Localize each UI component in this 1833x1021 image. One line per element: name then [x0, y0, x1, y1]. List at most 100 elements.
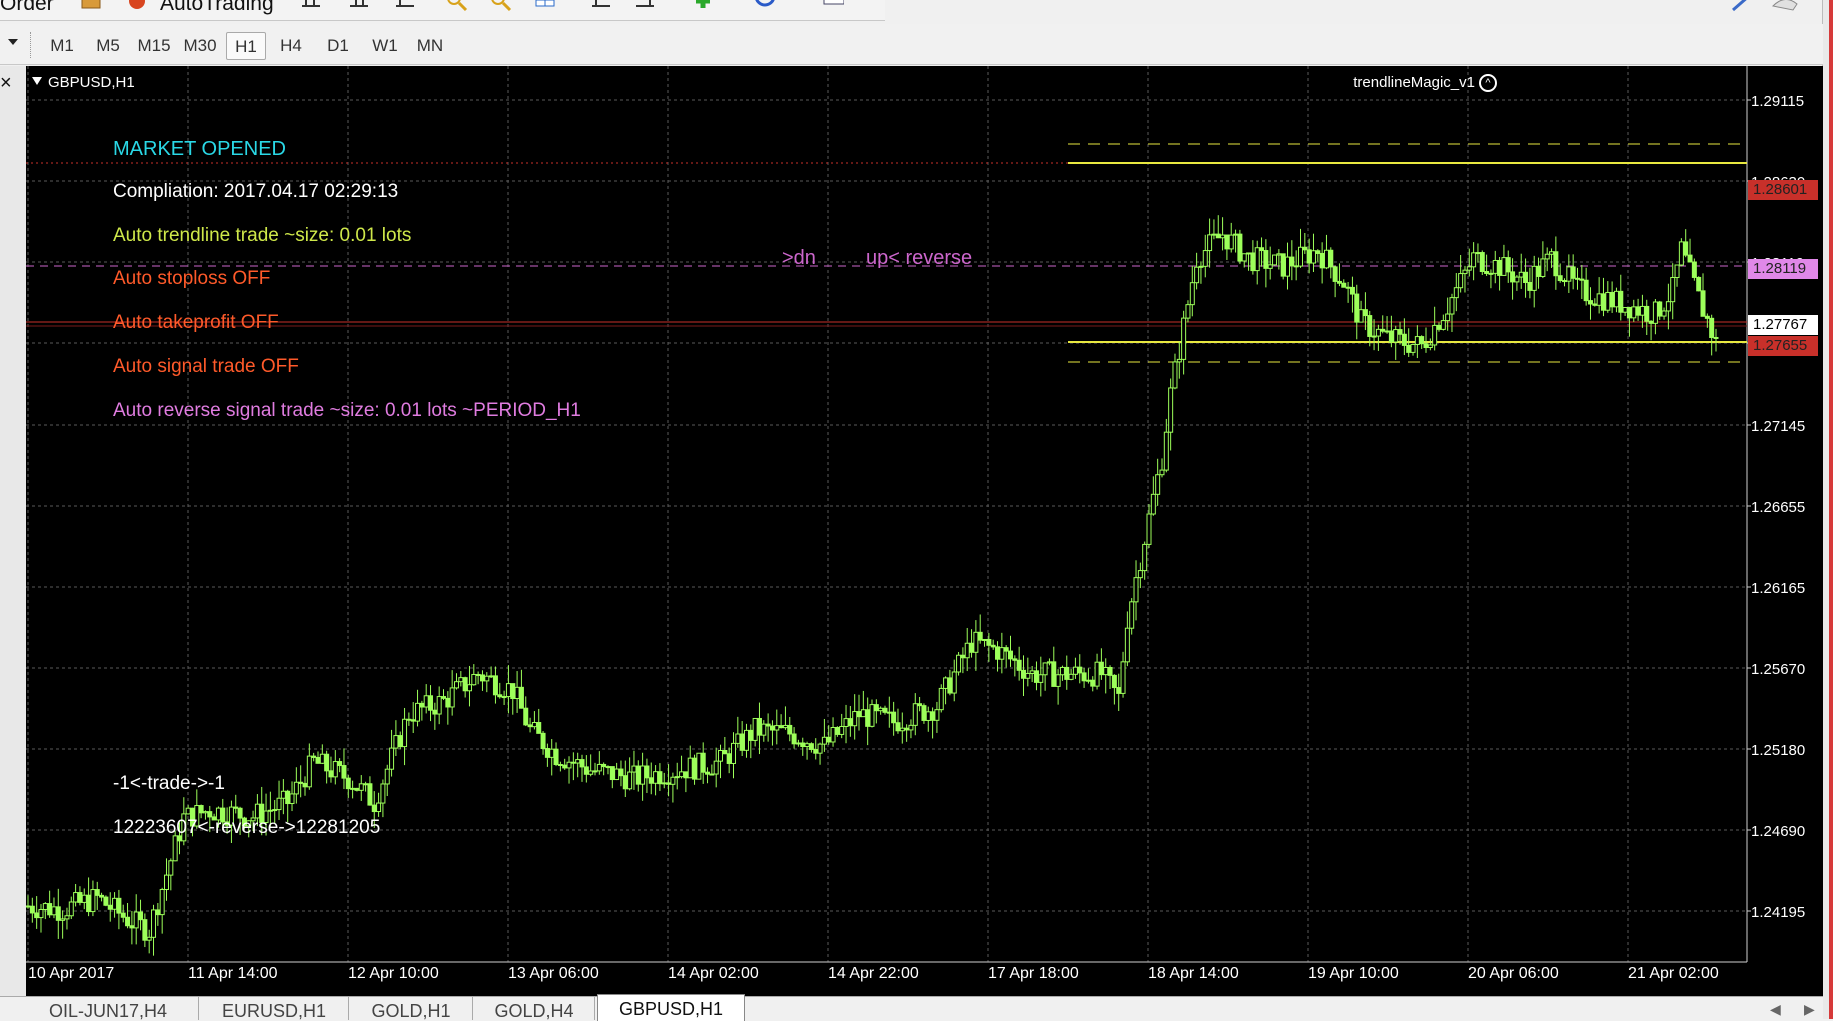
tf-d1-button[interactable]: D1: [318, 32, 358, 60]
tf-h1-button[interactable]: H1: [226, 32, 266, 60]
candle-body: [289, 793, 295, 805]
tab-gold-h4[interactable]: GOLD,H4: [474, 997, 595, 1020]
candle-body: [1427, 344, 1433, 349]
indicator-settings-icon[interactable]: ^: [1479, 74, 1497, 92]
candle-body: [47, 903, 53, 916]
tf-m15-button[interactable]: M15: [134, 32, 174, 60]
close-chart-icon[interactable]: ×: [0, 72, 12, 95]
candle-body: [635, 765, 641, 785]
candle-body: [285, 790, 291, 805]
candle-body: [1358, 309, 1364, 323]
candle-body: [1198, 265, 1204, 268]
tf-m5-button[interactable]: M5: [88, 32, 128, 60]
package-icon[interactable]: [80, 0, 102, 12]
candle-body: [497, 694, 503, 698]
zoom-out-icon[interactable]: [490, 0, 512, 12]
candle-body: [518, 686, 524, 709]
candle-body: [1319, 252, 1325, 269]
autoscroll-icon[interactable]: [634, 0, 656, 12]
tf-h4-button[interactable]: H4: [271, 32, 311, 60]
candle-body: [947, 677, 953, 694]
candle-body: [1449, 297, 1455, 315]
candle-body: [436, 696, 442, 715]
tab-oil-jun17-h4[interactable]: OIL-JUN17,H4: [18, 997, 199, 1020]
candle-body: [29, 905, 35, 914]
candle-body: [332, 761, 338, 778]
candle-body: [735, 733, 741, 744]
new-order-button[interactable]: Order: [0, 0, 54, 16]
candle-body: [821, 736, 827, 745]
tf-w1-button[interactable]: W1: [364, 32, 406, 60]
time-axis-label: 21 Apr 02:00: [1628, 965, 1719, 982]
candle-body: [1523, 271, 1529, 284]
line-chart-icon[interactable]: [394, 0, 416, 12]
price-axis-label: 1.24690: [1751, 823, 1806, 840]
price-axis-label: 1.25670: [1751, 661, 1806, 678]
candle-body: [1475, 252, 1481, 255]
periods-icon[interactable]: [753, 0, 775, 12]
bar-chart-icon[interactable]: [300, 0, 322, 12]
line-dn-label: >dn: [782, 247, 816, 269]
candle-body: [1280, 253, 1286, 277]
zoom-in-icon[interactable]: [446, 0, 468, 12]
tile-windows-icon[interactable]: [534, 0, 556, 12]
tf-mn-button[interactable]: MN: [410, 32, 450, 60]
candle-body: [1259, 247, 1265, 252]
tab-gold-h1[interactable]: GOLD,H1: [350, 997, 473, 1020]
candle-body: [843, 718, 849, 727]
chart-menu-triangle-icon[interactable]: [32, 77, 42, 85]
timeframe-dropdown-arrow-icon[interactable]: [8, 39, 18, 45]
candle-body: [553, 748, 559, 766]
tabs-scroll-left-icon[interactable]: ◀: [1770, 1001, 1781, 1018]
tabs-scroll-right-icon[interactable]: ▶: [1804, 1001, 1815, 1018]
pencil-icon[interactable]: [1731, 0, 1755, 14]
candle-body: [830, 727, 836, 743]
indicators-plus-icon[interactable]: [690, 0, 712, 12]
tf-m30-button[interactable]: M30: [179, 32, 221, 60]
candle-body: [938, 687, 944, 711]
toolbar-grip: [30, 32, 33, 58]
templates-icon[interactable]: [822, 0, 844, 12]
time-axis-label: 14 Apr 22:00: [828, 965, 919, 982]
candle-body: [1129, 601, 1135, 629]
tab-gbpusd-h1[interactable]: GBPUSD,H1: [597, 994, 745, 1021]
candle-body: [479, 674, 485, 682]
candle-body: [432, 709, 438, 715]
candle-body: [1120, 661, 1126, 694]
candle-body: [1085, 679, 1091, 682]
candlestick-icon[interactable]: [348, 0, 370, 12]
candle-body: [1059, 666, 1065, 676]
price-axis-label: 1.29115: [1751, 93, 1805, 110]
candle-body: [1713, 336, 1719, 339]
candle-body: [1012, 658, 1018, 661]
candle-body: [1176, 358, 1182, 363]
candle-body: [1025, 672, 1031, 679]
candle-body: [839, 725, 845, 735]
price-axis-label: 1.24195: [1751, 904, 1806, 921]
candle-body: [1328, 249, 1334, 268]
candle-body: [1285, 256, 1291, 277]
candle-body: [1557, 275, 1563, 282]
autotrading-icon[interactable]: [126, 0, 148, 12]
candle-body: [531, 722, 537, 728]
chart-window[interactable]: GBPUSD,H1 trendlineMagic_v1 ^ MARKET OPE…: [26, 66, 1823, 996]
candle-body: [415, 702, 421, 722]
chart-canvas[interactable]: [26, 66, 1823, 996]
candle-body: [1514, 276, 1520, 283]
candle-body: [627, 771, 633, 790]
candle-body: [1445, 313, 1451, 322]
candle-body: [986, 638, 992, 646]
candle-body: [860, 709, 866, 718]
chat-icon[interactable]: [1771, 0, 1799, 14]
time-axis-label: 11 Apr 14:00: [188, 965, 278, 982]
candle-body: [1367, 315, 1373, 337]
tab-eurusd-h1[interactable]: EURUSD,H1: [200, 997, 349, 1020]
candle-body: [453, 681, 459, 689]
candle-body: [1527, 282, 1533, 291]
candle-body: [618, 768, 624, 777]
tf-m1-button[interactable]: M1: [42, 32, 82, 60]
candle-body: [718, 749, 724, 762]
autotrading-button[interactable]: AutoTrading: [160, 0, 274, 16]
chart-shift-icon[interactable]: [590, 0, 612, 12]
candle-body: [609, 766, 615, 781]
